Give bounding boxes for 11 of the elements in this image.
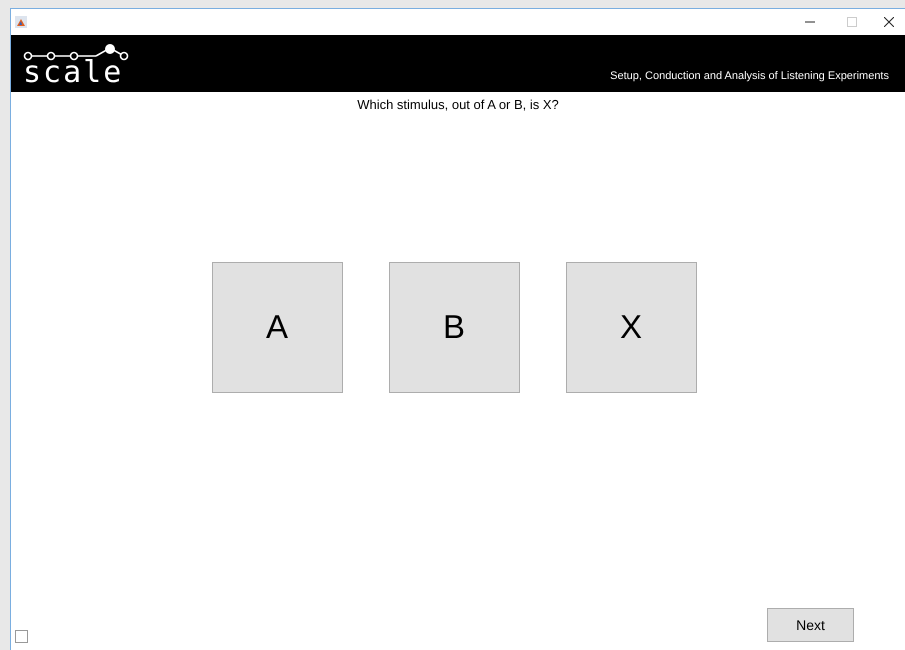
app-icon: [15, 16, 27, 28]
stimulus-button[interactable]: X: [566, 262, 696, 392]
close-icon[interactable]: [884, 17, 894, 27]
question-text: Which stimulus, out of A or B, is X?: [357, 96, 559, 114]
tagline: Setup, Conduction and Analysis of Listening Experiments: [610, 68, 889, 84]
next-button[interactable]: Next: [767, 608, 854, 642]
logo-nodes-icon: [23, 44, 131, 61]
checkbox[interactable]: [15, 630, 28, 643]
stimulus-button[interactable]: A: [212, 262, 342, 392]
stimulus-button[interactable]: B: [388, 262, 520, 392]
logo-text: scale: [23, 61, 124, 85]
